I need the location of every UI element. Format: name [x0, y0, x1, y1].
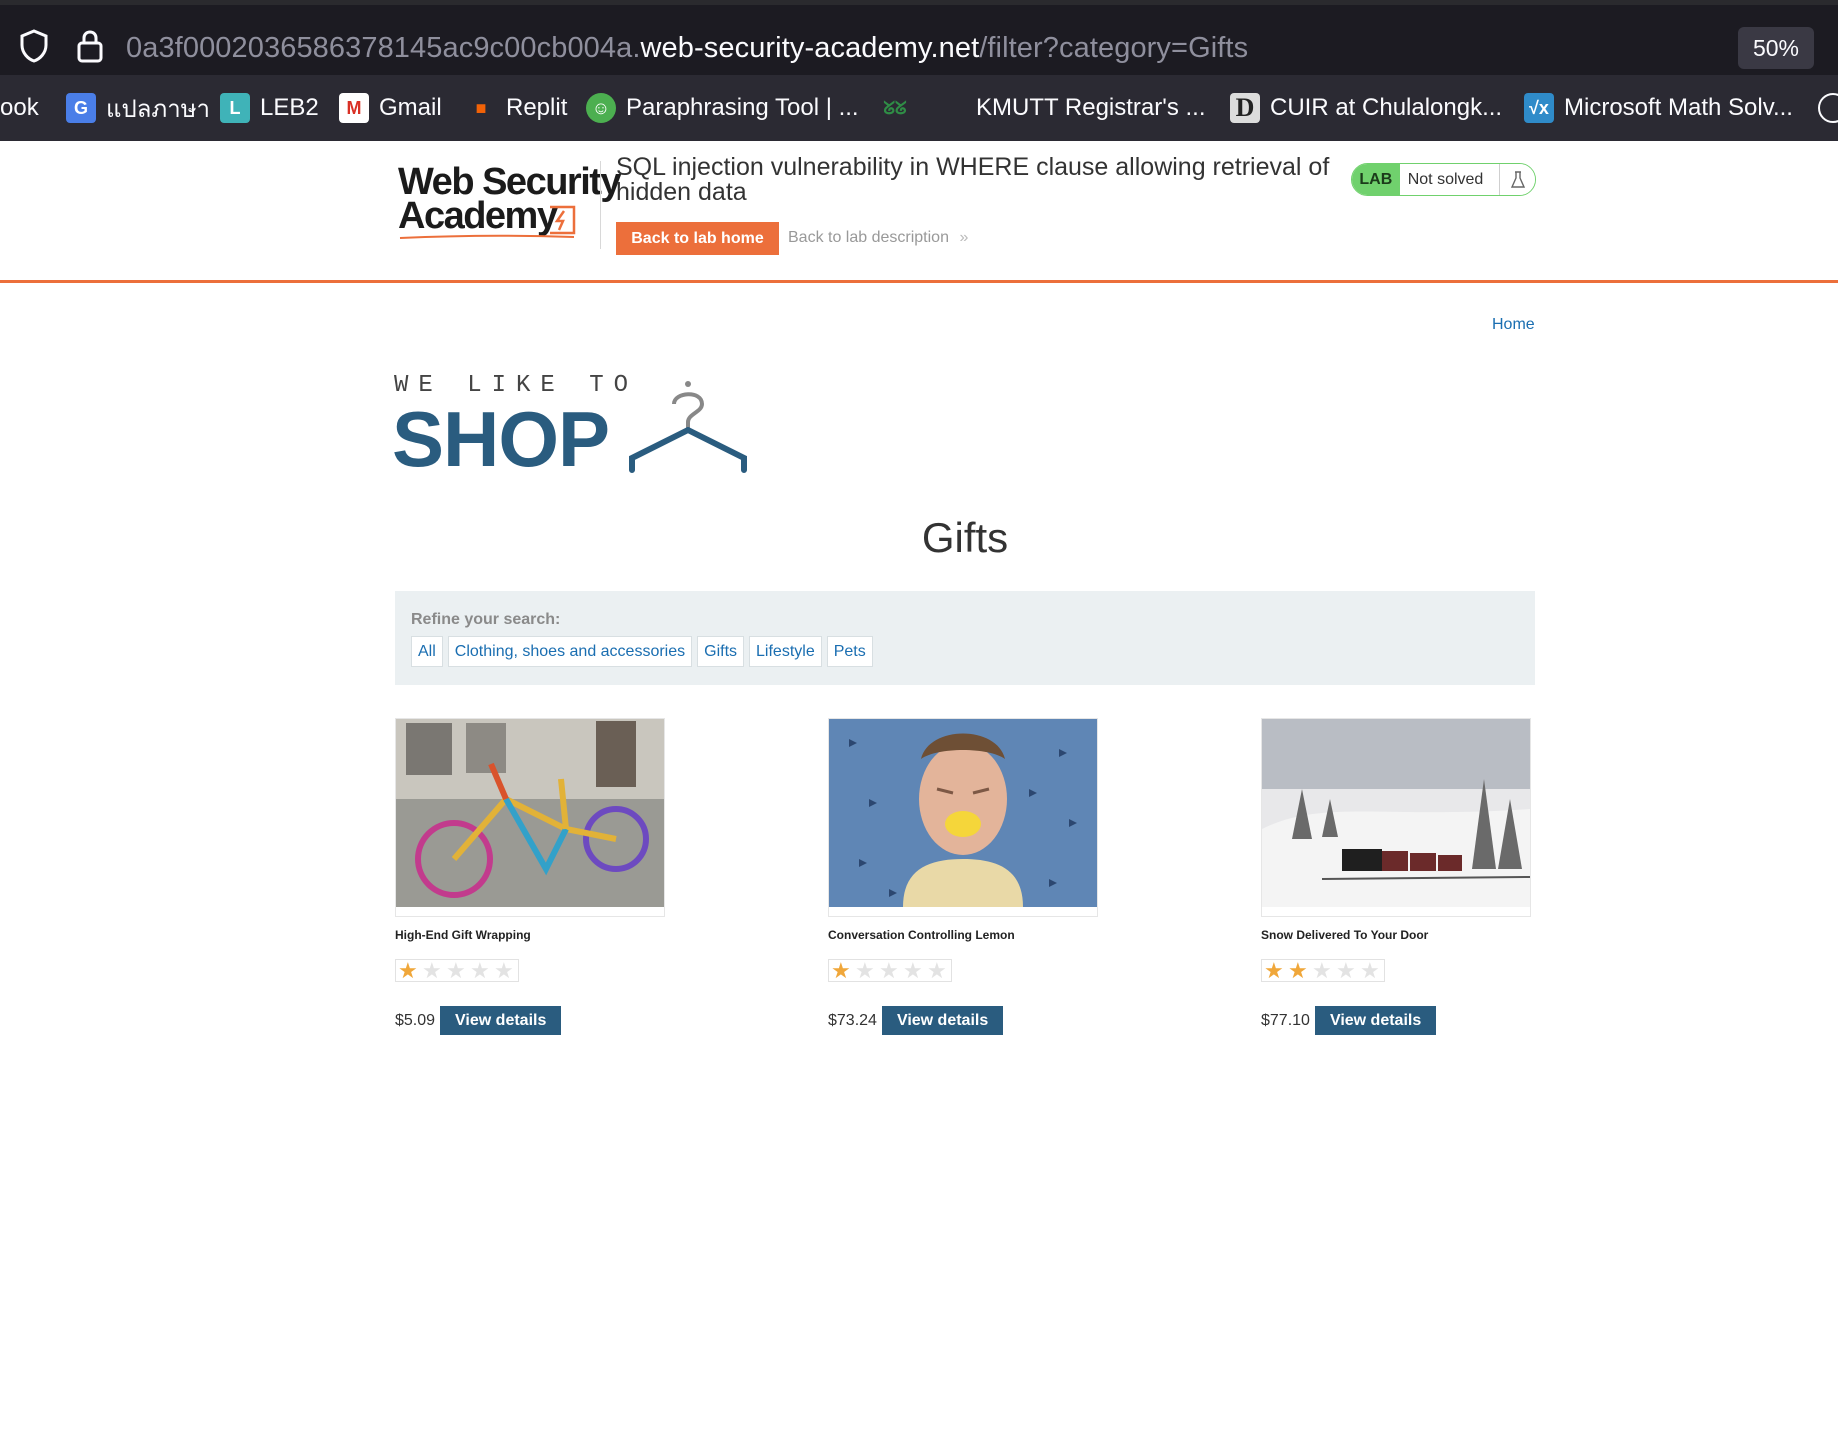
star-empty-icon: ★: [855, 957, 875, 983]
bookmark-item[interactable]: D CUIR at Chulalongk...: [1230, 75, 1502, 141]
star-filled-icon: ★: [398, 957, 418, 983]
view-details-button[interactable]: View details: [881, 1006, 1004, 1035]
back-to-lab-description-label: Back to lab description: [788, 229, 949, 246]
product-price: $73.24: [828, 1011, 877, 1029]
page-title: Gifts: [921, 514, 1009, 561]
logo-underline-swoosh: [399, 234, 575, 239]
we-like-to-shop-logo[interactable]: WE LIKE TO SHOP: [392, 372, 754, 483]
category-link-pets[interactable]: Pets: [826, 636, 873, 667]
product-name: High-End Gift Wrapping: [395, 928, 531, 942]
category-link-lifestyle[interactable]: Lifestyle: [749, 636, 822, 667]
product-image-gift-wrapped-bicycle: [395, 718, 665, 917]
star-empty-icon: ★: [470, 957, 490, 983]
bookmark-item[interactable]: KMUTT Registrar's ...: [936, 75, 1206, 141]
star-empty-icon: ★: [494, 957, 514, 983]
back-to-lab-description-link[interactable]: Back to lab description »: [788, 229, 968, 247]
product-rating: ★ ★ ★ ★ ★: [828, 959, 952, 982]
view-details-button[interactable]: View details: [440, 1006, 562, 1035]
bookmark-item[interactable]: G แปลภาษา: [66, 75, 210, 141]
web-security-academy-logo[interactable]: Web Security Academy: [398, 161, 622, 241]
product-price: $5.09: [395, 1011, 436, 1029]
star-empty-icon: ★: [422, 957, 442, 983]
tracking-protection-shield-icon[interactable]: [18, 28, 50, 64]
bookmark-item[interactable]: ☺ Paraphrasing Tool | ...: [586, 75, 859, 141]
bookmark-item[interactable]: M Gmail: [339, 75, 442, 141]
star-empty-icon: ★: [446, 957, 466, 983]
flask-icon: [1499, 164, 1535, 195]
lab-title: SQL injection vulnerability in WHERE cla…: [616, 153, 1330, 206]
google-translate-icon: G: [66, 93, 96, 123]
clothes-hanger-icon: [629, 381, 747, 473]
product-name: Conversation Controlling Lemon: [828, 928, 1015, 942]
category-link-all[interactable]: All: [411, 636, 443, 667]
star-filled-icon: ★: [831, 957, 851, 983]
category-link-gifts[interactable]: Gifts: [697, 636, 745, 667]
view-details-button[interactable]: View details: [1314, 1006, 1437, 1035]
lightning-bolt-icon: [550, 205, 576, 235]
geeksforgeeks-icon: ᘜᘜ: [883, 97, 907, 118]
product-card: Snow Delivered To Your Door ★ ★ ★ ★ ★ $7…: [1261, 718, 1531, 1035]
bookmark-item[interactable]: √x Microsoft Math Solv...: [1524, 75, 1793, 141]
star-filled-icon: ★: [1288, 957, 1308, 983]
star-empty-icon: ★: [1360, 957, 1380, 983]
star-empty-icon: ★: [1312, 957, 1332, 983]
product-price: $77.10: [1261, 1011, 1310, 1029]
lab-tag: LAB: [1352, 164, 1400, 195]
product-card: Conversation Controlling Lemon ★ ★ ★ ★ ★…: [828, 718, 1098, 1035]
category-filter-list: All Clothing, shoes and accessories Gift…: [411, 636, 878, 667]
bookmark-item[interactable]: L LEB2: [220, 75, 319, 141]
shop-logo-word: SHOP: [392, 395, 610, 483]
product-card: High-End Gift Wrapping ★ ★ ★ ★ ★ $5.09 V…: [395, 718, 665, 1035]
star-filled-icon: ★: [1264, 957, 1284, 983]
bookmark-item[interactable]: ook: [0, 75, 39, 141]
lab-header: Web Security Academy SQL injection vulne…: [0, 141, 1838, 283]
microsoft-icon: [936, 93, 966, 123]
product-rating: ★ ★ ★ ★ ★: [395, 959, 519, 982]
lab-status-text: Not solved: [1399, 164, 1500, 195]
bookmark-item[interactable]: ■ Replit: [466, 75, 568, 141]
bookmarks-toolbar: ook G แปลภาษา L LEB2 M Gmail ■ Replit ☺ Parap…: [0, 75, 1838, 141]
math-solver-icon: √x: [1524, 93, 1554, 123]
bookmark-item[interactable]: ᘜᘜ: [880, 75, 920, 141]
replit-icon: ■: [475, 97, 487, 118]
lab-status-badge: LAB Not solved: [1351, 163, 1536, 196]
product-image-snowy-train: [1261, 718, 1531, 917]
product-rating: ★ ★ ★ ★ ★: [1261, 959, 1385, 982]
double-chevron-right-icon: »: [959, 229, 969, 246]
dspace-icon: D: [1230, 93, 1260, 123]
lock-icon[interactable]: [76, 29, 104, 63]
star-empty-icon: ★: [879, 957, 899, 983]
gmail-icon: M: [339, 93, 369, 123]
globe-icon: [1818, 93, 1838, 123]
header-divider: [600, 161, 601, 249]
refine-search-label: Refine your search:: [411, 611, 561, 628]
back-to-lab-home-button[interactable]: Back to lab home: [616, 222, 779, 255]
product-name: Snow Delivered To Your Door: [1261, 928, 1429, 942]
category-link-clothing[interactable]: Clothing, shoes and accessories: [447, 636, 693, 667]
paraphrasing-tool-icon: ☺: [586, 93, 616, 123]
logo-line-2: Academy: [398, 195, 558, 237]
home-link[interactable]: Home: [1492, 316, 1535, 334]
bookmark-item[interactable]: [1818, 75, 1838, 141]
leb2-icon: L: [220, 93, 250, 123]
refine-search-panel: Refine your search: All Clothing, shoes …: [395, 591, 1535, 685]
address-bar[interactable]: 0a3f0002036586378145ac9c00cb004a.web-sec…: [0, 5, 1838, 75]
star-empty-icon: ★: [903, 957, 923, 983]
url-text[interactable]: 0a3f0002036586378145ac9c00cb004a.web-sec…: [126, 32, 1248, 65]
product-image-man-biting-lemon: [828, 718, 1098, 917]
star-empty-icon: ★: [1336, 957, 1356, 983]
star-empty-icon: ★: [927, 957, 947, 983]
zoom-level-button[interactable]: 50%: [1738, 27, 1814, 69]
